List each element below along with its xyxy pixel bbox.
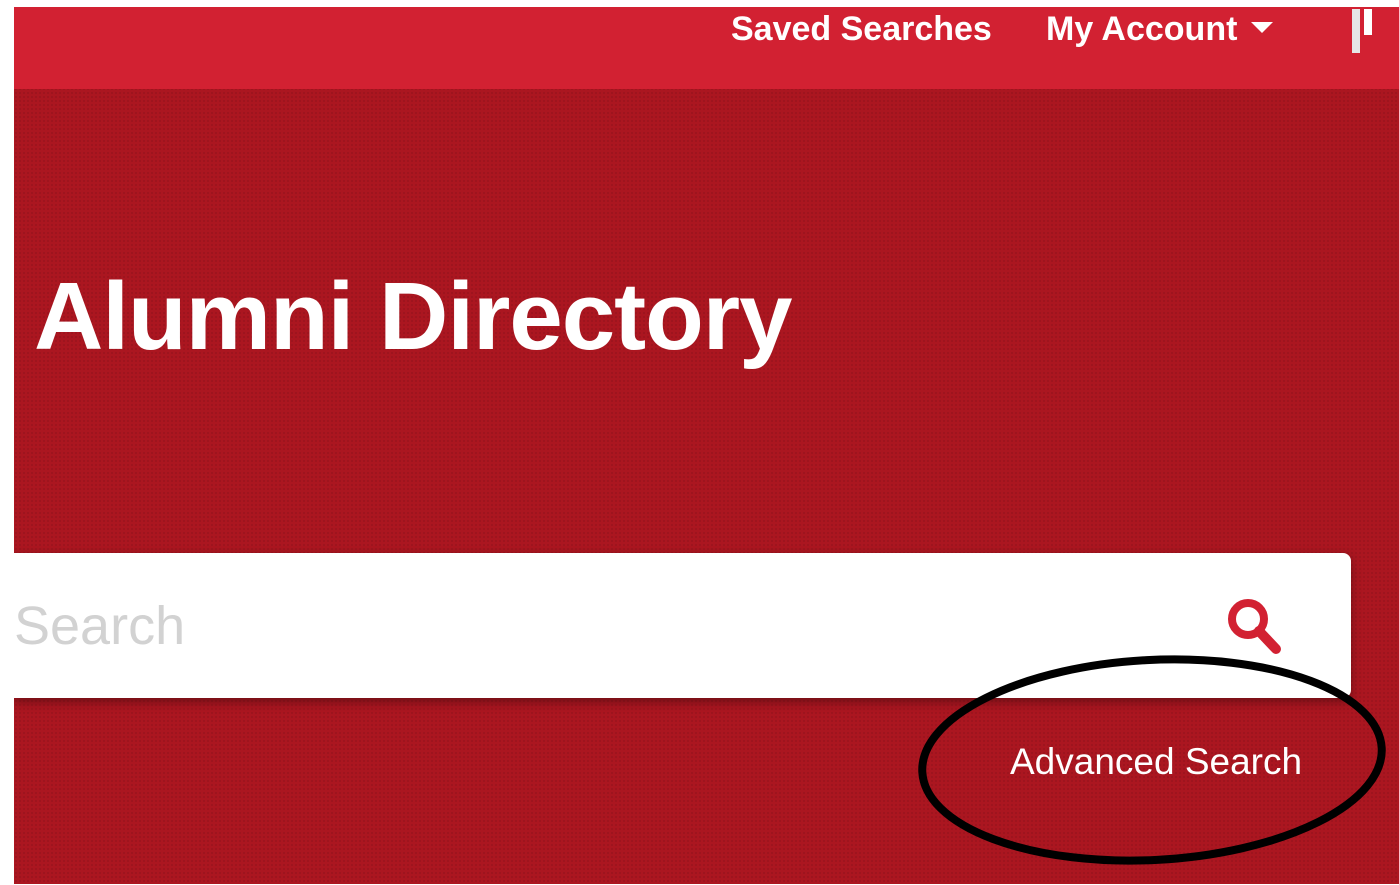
search-button[interactable]	[1224, 595, 1284, 655]
my-account-menu[interactable]: My Account	[1046, 9, 1274, 49]
page-title: Alumni Directory	[34, 263, 792, 370]
search-input[interactable]	[14, 553, 1194, 698]
saved-searches-link[interactable]: Saved Searches	[731, 9, 992, 49]
search-icon	[1228, 599, 1281, 654]
page-frame: Saved Searches My Account Alumni Directo…	[14, 7, 1399, 884]
chevron-down-icon	[1251, 21, 1274, 33]
top-navigation-bar: Saved Searches My Account	[14, 7, 1399, 89]
advanced-search-link[interactable]: Advanced Search	[1010, 740, 1302, 784]
cut-off-edge-icon	[1352, 9, 1384, 53]
search-bar	[14, 553, 1351, 698]
my-account-label: My Account	[1046, 10, 1238, 48]
